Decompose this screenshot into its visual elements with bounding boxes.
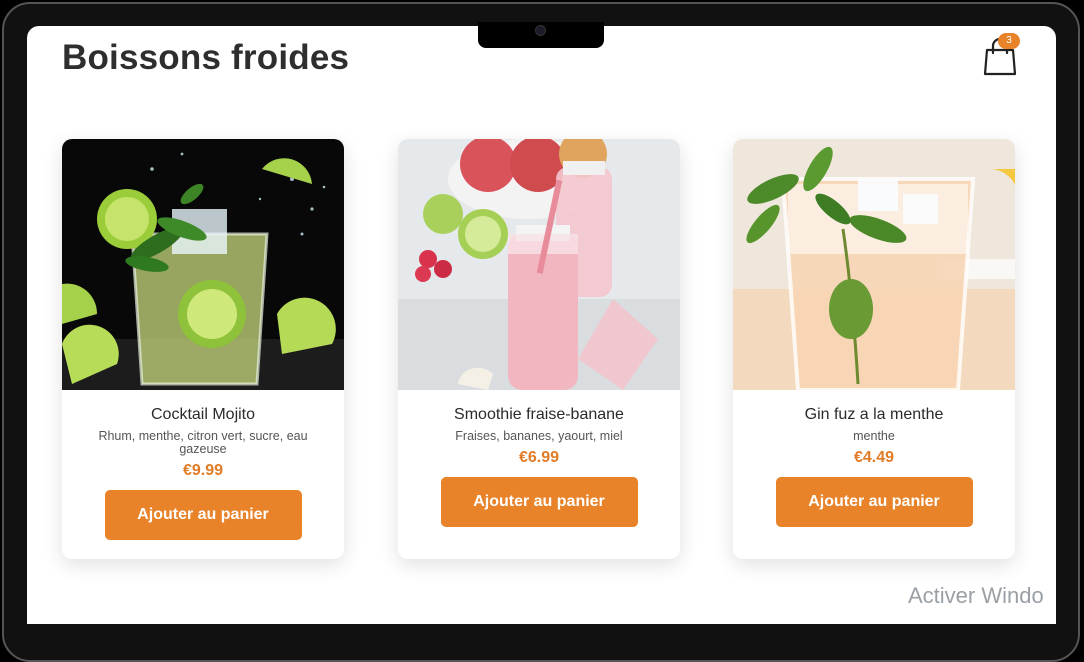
windows-activation-watermark: Activer Windo [908, 583, 1044, 608]
product-price: €6.99 [518, 449, 560, 466]
product-card-mojito: Cocktail Mojito Rhum, menthe, citron ver… [62, 139, 344, 559]
product-name: Smoothie fraise-banane [454, 406, 624, 423]
add-to-cart-button[interactable]: Ajouter au panier [440, 477, 638, 527]
page-title: Boissons froides [62, 38, 350, 77]
product-name: Gin fuz a la menthe [804, 406, 944, 423]
cart-button[interactable]: 3 [982, 33, 1020, 76]
product-description: Rhum, menthe, citron vert, sucre, eau ga… [98, 429, 308, 456]
product-card-gin: Gin fuz a la menthe menthe €4.49 Ajouter… [733, 139, 1015, 559]
mojito-photo [62, 139, 344, 390]
product-description: menthe [853, 429, 895, 443]
smoothie-photo [398, 139, 680, 390]
add-to-cart-button[interactable]: Ajouter au panier [775, 477, 973, 527]
cart-count-badge: 3 [998, 33, 1020, 49]
product-card-smoothie: Smoothie fraise-banane Fraises, bananes,… [398, 139, 680, 559]
product-price: €4.49 [853, 449, 895, 466]
product-description: Fraises, bananes, yaourt, miel [455, 429, 623, 443]
add-to-cart-button[interactable]: Ajouter au panier [104, 490, 302, 540]
product-price: €9.99 [182, 462, 224, 479]
camera-icon [535, 25, 546, 36]
app-screen: Boissons froides 3 Cocktail Mojito Rhum,… [27, 26, 1056, 624]
device-notch [478, 22, 604, 48]
gin-photo [733, 139, 1015, 390]
product-name: Cocktail Mojito [150, 406, 256, 423]
